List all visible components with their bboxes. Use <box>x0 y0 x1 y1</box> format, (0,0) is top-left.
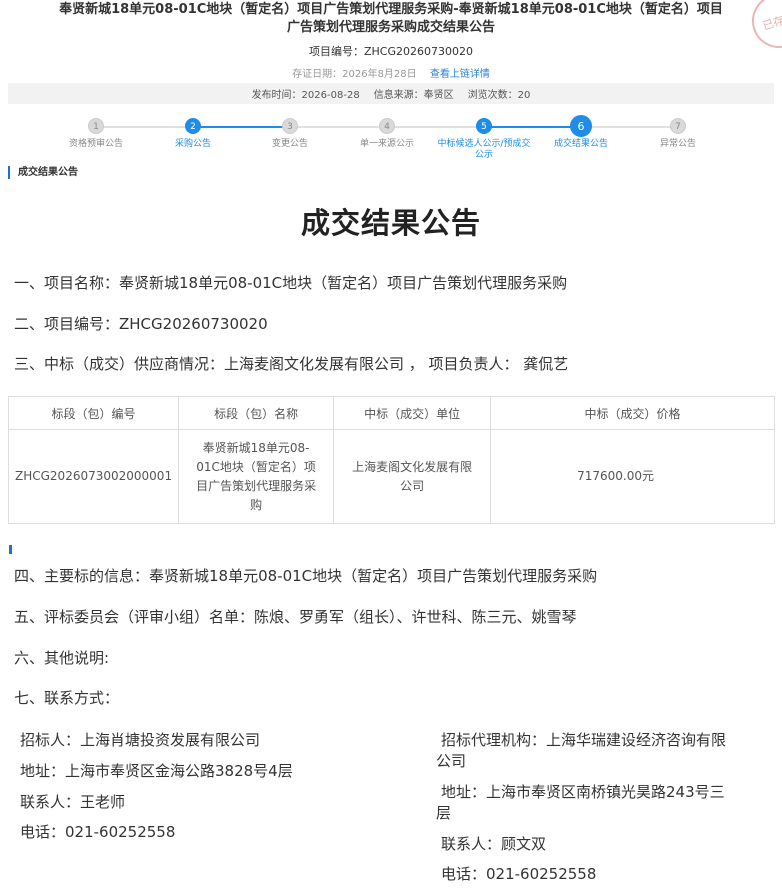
cell-unit: 上海麦阁文化发展有限 公司 <box>333 429 492 524</box>
step-2-dot: 2 <box>185 118 201 134</box>
tenderer-address: 地址：上海市奉贤区金海公路3828号4层 <box>20 762 293 780</box>
evidence-line: 存证日期：2026年8月28日 查看上链详情 <box>0 65 782 80</box>
info-source: 信息来源：奉贤区 <box>373 90 454 101</box>
step-1-dot: 1 <box>88 118 104 134</box>
view-count: 浏览次数：20 <box>467 90 531 101</box>
cell-name-line: 购 <box>250 497 263 512</box>
publish-time: 发布时间：2026-08-28 <box>251 90 360 101</box>
step-3[interactable]: 3 变更公告 <box>235 116 345 150</box>
cell-name-line: 奉贤新城18单元08- <box>202 440 310 455</box>
page-title-line-2: 广告策划代理服务采购成交结果公告 <box>286 20 495 35</box>
item-other-notes: 六、其他说明: <box>14 649 110 667</box>
step-5[interactable]: 5 中标候选人公示/预成交公示 <box>434 116 534 161</box>
cell-code: ZHCG2026073002000001 <box>7 429 180 524</box>
step-5-label: 中标候选人公示/预成交公示 <box>437 139 531 160</box>
tenderer-phone: 电话：021-60252558 <box>20 823 176 841</box>
step-2[interactable]: 2 采购公告 <box>138 116 248 150</box>
table-header-unit: 中标（成交）单位 <box>333 396 492 430</box>
cell-name-line: 目广告策划代理服务采 <box>196 478 317 493</box>
evidence-date: 存证日期：2026年8月28日 <box>292 69 417 80</box>
table-header-row: 标段（包）编号 标段（包）名称 中标（成交）单位 中标（成交）价格 <box>7 396 775 430</box>
agency-name-line-2: 公司 <box>436 752 467 770</box>
item-contact-header: 七、联系方式： <box>14 689 120 707</box>
agency-address-line-2: 层 <box>436 804 452 822</box>
stamp-text: 已存 <box>760 13 782 33</box>
step-7[interactable]: 7 异常公告 <box>623 116 733 150</box>
view-chain-details-link[interactable]: 查看上链详情 <box>430 69 490 80</box>
step-3-label: 变更公告 <box>271 139 308 149</box>
section-marker <box>9 545 12 554</box>
item-project-name: 一、项目名称：奉贤新城18单元08-01C地块（暂定名）项目广告策划代理服务采购 <box>14 274 568 292</box>
item-main-subject: 四、主要标的信息：奉贤新城18单元08-01C地块（暂定名）项目广告策划代理服务… <box>14 567 598 585</box>
step-5-dot: 5 <box>476 118 492 134</box>
table-header-price: 中标（成交）价格 <box>490 396 775 430</box>
step-4-label: 单一来源公示 <box>359 139 414 149</box>
cell-unit-line: 公司 <box>400 478 425 493</box>
table-header-code: 标段（包）编号 <box>7 396 180 430</box>
step-6-dot: 6 <box>570 115 592 137</box>
step-4-dot: 4 <box>379 118 395 134</box>
agency-name-line-1: 招标代理机构：上海华瑞建设经济咨询有限 <box>441 731 727 749</box>
result-table: 标段（包）编号 标段（包）名称 中标（成交）单位 中标（成交）价格 ZHCG20… <box>7 396 775 524</box>
project-number: 项目编号：ZHCG20260730020 <box>309 45 473 58</box>
page-title: 奉贤新城18单元08-01C地块（暂定名）项目广告策划代理服务采购-奉贤新城18… <box>0 1 782 37</box>
cell-unit-line: 上海麦阁文化发展有限 <box>352 459 473 474</box>
item-project-number: 二、项目编号：ZHCG20260730020 <box>14 315 268 333</box>
step-6[interactable]: 6 成交结果公告 <box>526 115 636 150</box>
cell-price: 717600.00元 <box>490 429 775 524</box>
table-row: ZHCG2026073002000001 奉贤新城18单元08- 01C地块（暂… <box>7 429 775 524</box>
info-bar: 发布时间：2026-08-28 信息来源：奉贤区 浏览次数：20 <box>8 83 774 104</box>
step-1[interactable]: 1 资格预审公告 <box>41 116 151 150</box>
tenderer-contact-person: 联系人：王老师 <box>20 793 126 811</box>
step-2-label: 采购公告 <box>174 139 211 149</box>
cell-name-line: 01C地块（暂定名）项 <box>196 459 316 474</box>
agency-contact-person: 联系人：顾文双 <box>441 835 547 853</box>
progress-steps: 1 资格预审公告 2 采购公告 3 变更公告 4 单一来源公示 5 中标候选人公… <box>48 115 728 166</box>
cell-name: 奉贤新城18单元08- 01C地块（暂定名）项 目广告策划代理服务采 购 <box>178 429 335 524</box>
step-6-label: 成交结果公告 <box>553 139 608 149</box>
page-title-line-1: 奉贤新城18单元08-01C地块（暂定名）项目广告策划代理服务采购-奉贤新城18… <box>59 2 723 17</box>
step-1-label: 资格预审公告 <box>68 139 123 149</box>
item-committee: 五、评标委员会（评审小组）名单：陈烺、罗勇军（组长）、许世科、陈三元、姚雪琴 <box>14 608 577 626</box>
table-header-name: 标段（包）名称 <box>178 396 335 430</box>
step-7-dot: 7 <box>670 118 686 134</box>
agency-phone: 电话：021-60252558 <box>441 865 597 883</box>
main-title: 成交结果公告 <box>300 206 481 240</box>
section-tag: 成交结果公告 <box>8 166 78 179</box>
agency-address-line-1: 地址：上海市奉贤区南桥镇光昊路243号三 <box>441 783 725 801</box>
item-supplier: 三、中标（成交）供应商情况：上海麦阁文化发展有限公司 ， 项目负责人： 龚侃艺 <box>14 355 569 373</box>
step-7-label: 异常公告 <box>659 139 696 149</box>
step-3-dot: 3 <box>282 118 298 134</box>
tenderer-name: 招标人：上海肖塘投资发展有限公司 <box>20 731 261 749</box>
step-4[interactable]: 4 单一来源公示 <box>332 116 442 150</box>
